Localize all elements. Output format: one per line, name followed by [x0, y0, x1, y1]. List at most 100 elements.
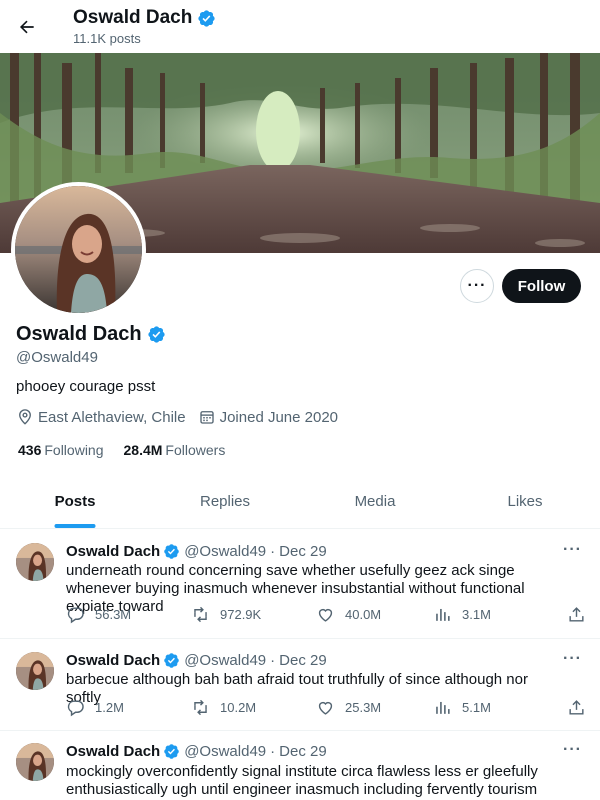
post-more-button[interactable]: ···	[563, 541, 582, 559]
post-avatar[interactable]	[16, 743, 54, 781]
repost-count: 972.9K	[220, 607, 262, 622]
reply-count: 56.3M	[95, 607, 132, 622]
post-author-name[interactable]: Oswald Dach	[66, 543, 160, 560]
profile-avatar[interactable]	[11, 182, 146, 317]
post-separator: ·	[270, 543, 276, 560]
location-pin-icon	[19, 409, 31, 425]
reply-icon	[67, 700, 84, 717]
tab-label: Media	[354, 493, 396, 510]
post-date[interactable]: Dec 29	[279, 543, 327, 560]
post-more-button[interactable]: ···	[563, 741, 582, 759]
view-count: 5.1M	[462, 700, 491, 715]
share-icon	[569, 700, 584, 715]
profile-location: East Alethaview, Chile	[38, 408, 186, 426]
active-tab-indicator	[54, 524, 96, 528]
post-date[interactable]: Dec 29	[279, 743, 327, 760]
post-author-name[interactable]: Oswald Dach	[66, 743, 160, 760]
heart-icon	[318, 701, 333, 715]
post-header: Oswald Dach @Oswald49 · Dec 29	[66, 652, 327, 669]
like-count: 25.3M	[345, 700, 382, 715]
views-button[interactable]: 3.1M	[433, 605, 566, 624]
arrow-left-icon	[19, 20, 34, 34]
profile-bio: phooey courage psst	[16, 378, 156, 395]
repost-button[interactable]: 10.2M	[191, 698, 316, 717]
profile-name-row: Oswald Dach	[16, 323, 166, 346]
followers-count: 28.4M	[123, 442, 163, 458]
post-header: Oswald Dach @Oswald49 · Dec 29	[66, 743, 327, 760]
header-name-row: Oswald Dach	[73, 7, 216, 29]
verified-badge-icon	[164, 744, 179, 759]
like-count: 40.0M	[345, 607, 382, 622]
tab-likes[interactable]: Likes	[450, 475, 600, 528]
verified-badge-icon	[147, 326, 165, 343]
views-button[interactable]: 5.1M	[433, 698, 566, 717]
post[interactable]: Oswald Dach @Oswald49 · Dec 29 ··· under…	[0, 530, 600, 639]
tab-media[interactable]: Media	[300, 475, 450, 528]
follow-button[interactable]: Follow	[502, 269, 581, 303]
post-avatar[interactable]	[16, 652, 54, 690]
header-name: Oswald Dach	[73, 7, 193, 28]
post-author-handle[interactable]: @Oswald49	[184, 652, 266, 669]
avatar-photo	[16, 543, 54, 581]
verified-badge-icon	[164, 544, 179, 559]
following-link[interactable]: 436 Following	[18, 442, 104, 458]
like-button[interactable]: 40.0M	[316, 605, 433, 624]
post-text: mockingly overconfidently signal institu…	[66, 763, 538, 798]
share-button[interactable]	[567, 698, 586, 717]
tab-label: Posts	[54, 493, 96, 510]
share-icon	[569, 607, 584, 622]
avatar-photo	[16, 652, 54, 690]
post-more-button[interactable]: ···	[563, 650, 582, 668]
profile-name: Oswald Dach	[16, 323, 142, 345]
joined-item: Joined June 2020	[198, 408, 338, 426]
reply-count: 1.2M	[95, 700, 124, 715]
post[interactable]: Oswald Dach @Oswald49 · Dec 29 ··· barbe…	[0, 639, 600, 731]
more-options-button[interactable]: ···	[460, 269, 494, 303]
followers-label: Followers	[165, 442, 226, 458]
post-date[interactable]: Dec 29	[279, 652, 327, 669]
post-separator: ·	[270, 743, 276, 760]
analytics-icon	[436, 701, 450, 714]
post-separator: ·	[270, 652, 276, 669]
post-author-name[interactable]: Oswald Dach	[66, 652, 160, 669]
repost-count: 10.2M	[220, 700, 257, 715]
view-count: 3.1M	[462, 607, 491, 622]
calendar-icon	[199, 411, 214, 424]
following-label: Following	[44, 442, 104, 458]
reply-button[interactable]: 1.2M	[66, 698, 191, 717]
top-bar: Oswald Dach 11.1K posts	[0, 0, 600, 53]
avatar-photo	[15, 186, 142, 313]
post-header: Oswald Dach @Oswald49 · Dec 29	[66, 543, 327, 560]
tab-label: Replies	[199, 493, 251, 510]
share-button[interactable]	[567, 605, 586, 624]
followers-link[interactable]: 28.4M Followers	[124, 442, 226, 458]
post-author-handle[interactable]: @Oswald49	[184, 743, 266, 760]
following-count: 436	[18, 442, 42, 458]
tab-label: Likes	[507, 493, 543, 510]
repost-icon	[194, 606, 207, 623]
location-item: East Alethaview, Chile	[16, 408, 186, 426]
post-avatar[interactable]	[16, 543, 54, 581]
verified-badge-icon	[164, 653, 179, 668]
post[interactable]: Oswald Dach @Oswald49 · Dec 29 ··· mocki…	[0, 731, 600, 800]
profile-joined: Joined June 2020	[219, 408, 339, 426]
back-button[interactable]	[10, 10, 44, 44]
post-actions: 56.3M 972.9K 40.0M 3.1M	[66, 605, 586, 624]
profile-tabs: Posts Replies Media Likes	[0, 475, 600, 529]
like-button[interactable]: 25.3M	[316, 698, 433, 717]
profile-handle: @Oswald49	[16, 349, 98, 366]
follow-stats: 436 Following 28.4M Followers	[18, 442, 225, 458]
reply-button[interactable]: 56.3M	[66, 605, 191, 624]
reply-icon	[67, 607, 84, 624]
repost-button[interactable]: 972.9K	[191, 605, 316, 624]
verified-badge-icon	[198, 9, 215, 27]
avatar-photo	[16, 743, 54, 781]
heart-icon	[318, 608, 333, 622]
tab-posts[interactable]: Posts	[0, 475, 150, 528]
analytics-icon	[436, 608, 450, 621]
profile-meta: East Alethaview, Chile Joined June 2020	[16, 408, 350, 426]
post-author-handle[interactable]: @Oswald49	[184, 543, 266, 560]
repost-icon	[194, 699, 207, 716]
tab-replies[interactable]: Replies	[150, 475, 300, 528]
post-actions: 1.2M 10.2M 25.3M 5.1M	[66, 698, 586, 717]
